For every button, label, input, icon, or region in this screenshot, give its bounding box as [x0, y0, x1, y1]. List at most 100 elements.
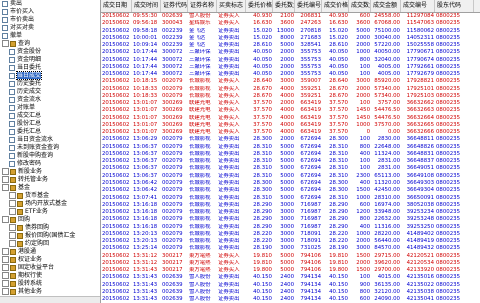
table-row[interactable]: 20150602 13:16:18 002079 长城影视 证券卖出 28.290 3000… [101, 224, 480, 231]
expand-icon[interactable] [2, 176, 9, 183]
tree-item[interactable]: 资金股份 [9, 48, 41, 56]
table-row[interactable]: 20150602 10:17:44 300072 三聚环保 证券卖出 40.050 2000… [101, 49, 480, 56]
expand-icon[interactable] [2, 168, 9, 175]
tree-item[interactable]: 卖出 [2, 0, 22, 8]
expand-icon[interactable] [9, 240, 16, 247]
table-row[interactable]: 20150602 10:17:44 300072 三聚环保 证券卖出 40.050 2000… [101, 71, 480, 78]
table-row[interactable]: 20150602 13:01:07 300269 联建光电 证券买入 37.570 2000… [101, 100, 480, 107]
table-row[interactable]: 20150602 13:25:14 002079 长城影视 证券卖出 28.190 3000… [101, 245, 480, 252]
table-row[interactable]: 20150602 13:31:43 002639 雪人股份 证券卖出 40.150 2400… [101, 274, 480, 281]
table-row[interactable]: 20150602 10:00:01 002239 金飞达 证券卖出 15.020 8000 2… [101, 35, 480, 42]
table-row[interactable]: 20150602 09:58:18 002239 金飞达 证券卖出 15.020 13000… [101, 28, 480, 35]
table-row[interactable]: 20150602 13:01:07 300269 联建光电 证券买入 37.570 4000… [101, 122, 480, 129]
column-header[interactable]: 买卖标志 [217, 0, 246, 12]
table-row[interactable]: 20150602 13:16:18 002079 长城影视 证券卖出 28.290 3000… [101, 209, 480, 216]
table-row[interactable]: 20150602 13:16:18 002079 长城影视 证券卖出 28.290 3000… [101, 216, 480, 223]
table-row[interactable]: 20150602 13:06:42 002079 长城影视 证券卖出 28.300 5000… [101, 180, 480, 187]
tree-item[interactable]: 当日资金流水 [9, 136, 53, 144]
column-header[interactable]: 成交编号 [401, 0, 435, 12]
table-row[interactable]: 20150602 13:07:41 002079 长城影视 证券卖出 28.310 5000… [101, 195, 480, 202]
tree-item[interactable]: 固定收益平台 [2, 264, 54, 272]
collapse-icon[interactable] [2, 184, 9, 191]
tree-item[interactable]: 修改密码 [9, 160, 41, 168]
tree-item[interactable]: 回购 [2, 216, 30, 224]
expand-icon[interactable] [2, 280, 9, 287]
column-header[interactable]: 成交时间 [132, 0, 161, 12]
table-row[interactable]: 20150602 09:56:18 300043 星辉娱乐 证券买入 16.630 3600… [101, 20, 480, 27]
column-header[interactable]: 成交日期 [101, 0, 132, 12]
table-row[interactable]: 20150602 13:16:18 002079 长城影视 证券卖出 28.290 3000… [101, 202, 480, 209]
table-row[interactable]: 20150602 13:31:43 300217 東方電熱 证券买入 19.800 5000… [101, 267, 480, 274]
table-row[interactable]: 20150602 13:31:12 300217 東方電熱 证券买入 19.810 5000… [101, 253, 480, 260]
table-row[interactable]: 20150602 10:18:33 002079 长城影视 证券买入 28.670 4000… [101, 86, 480, 93]
column-header[interactable]: 成交金额 [371, 0, 401, 12]
tree-item[interactable]: 未到账资金查询 [9, 144, 59, 152]
column-header[interactable]: 委托价格 [246, 0, 273, 12]
table-row[interactable]: 20150602 13:31:43 002639 雪人股份 证券卖出 40.150 2400… [101, 296, 480, 303]
column-header[interactable]: 证券代码 [161, 0, 188, 12]
tree-item[interactable]: 撤单 [2, 32, 22, 40]
tree-item[interactable]: 成交汇总 [9, 112, 41, 120]
table-row[interactable]: 20150602 13:06:29 002079 长城影视 证券卖出 28.300 2000… [101, 136, 480, 143]
table-row[interactable]: 20150602 13:31:12 300217 東方電熱 证券买入 19.810 5000… [101, 260, 480, 267]
tree-item[interactable]: 股份汇总 [9, 120, 41, 128]
tree-item[interactable]: 历史成交 [9, 88, 41, 96]
expand-icon[interactable] [2, 264, 9, 271]
table-row[interactable]: 20150602 13:01:07 300269 联建光电 证券买入 37.570 4000… [101, 115, 480, 122]
tree-item[interactable]: 期权行使 [2, 272, 42, 280]
table-row[interactable]: 20150602 10:18:33 002079 长城影视 证券买入 28.670 4000… [101, 93, 480, 100]
table-row[interactable]: 20150602 13:06:37 002079 长城影视 证券卖出 28.310 5000… [101, 144, 480, 151]
tree-item[interactable]: 当日成交 [9, 71, 43, 80]
column-header[interactable]: 委托编号 [295, 0, 322, 12]
table-row[interactable]: 20150602 13:06:37 002079 长城影视 证券卖出 28.310 5000… [101, 165, 480, 172]
tree-item[interactable]: 新股申购查询 [9, 152, 53, 160]
table-row[interactable]: 20150602 13:06:37 002079 长城影视 证券卖出 28.310 5000… [101, 151, 480, 158]
tree-item[interactable]: 查询 [2, 40, 30, 48]
expand-icon[interactable] [2, 288, 9, 295]
column-header[interactable]: 股东代码 [435, 0, 474, 12]
expand-icon[interactable] [2, 256, 9, 263]
table-row[interactable]: 20150602 10:18:15 002079 长城影视 证券买入 28.640 3000… [101, 78, 480, 85]
expand-icon[interactable] [9, 192, 16, 199]
tree-item[interactable]: 债券回购 [9, 224, 49, 232]
table-row[interactable]: 20150602 13:01:07 300269 联建光电 证券买入 37.570 4000… [101, 129, 480, 136]
tree-item[interactable]: 对买对卖 [2, 24, 34, 32]
tree-item[interactable]: ETF业务 [9, 208, 48, 216]
expand-icon[interactable] [9, 232, 16, 239]
tree-item[interactable]: 其他业务 [2, 288, 42, 296]
tree-item[interactable]: 股转系统 [2, 280, 42, 288]
expand-icon[interactable] [2, 272, 9, 279]
collapse-icon[interactable] [2, 40, 9, 47]
expand-icon[interactable] [2, 248, 9, 255]
tree-item[interactable]: 约定购回 [9, 240, 49, 248]
table-row[interactable]: 20150602 13:01:07 300269 联建光电 证券买入 37.570 4000… [101, 107, 480, 114]
column-header[interactable]: 证券名称 [188, 0, 217, 12]
tree-item[interactable]: 报价回购(国债汇金 [9, 232, 75, 240]
column-header[interactable]: 委托数量 [273, 0, 295, 12]
table-row[interactable]: 20150602 09:55:30 002639 雪人股份 证券买入 40.930 2100… [101, 13, 480, 20]
column-header[interactable]: 成交数量 [349, 0, 371, 12]
function-tree-panel[interactable]: 卖出 市价买入 市价卖出 对买对卖 撤单 查询 资金股份 资金明细 当日委托 当日成交 历史委托 历史… [0, 0, 101, 303]
table-row[interactable]: 20150602 13:31:43 002639 雪人股份 证券卖出 40.150 2400… [101, 289, 480, 296]
tree-item[interactable]: 历史委托 [9, 80, 41, 88]
expand-icon[interactable] [9, 208, 16, 215]
table-row[interactable]: 20150602 13:06:37 002079 长城影视 证券卖出 28.310 5000… [101, 173, 480, 180]
tree-item[interactable]: 市价卖出 [2, 16, 34, 24]
horizontal-scrollbar[interactable] [0, 296, 100, 303]
table-row[interactable]: 20150602 13:06:37 002079 长城影视 证券卖出 28.310 5000… [101, 158, 480, 165]
tree-item[interactable]: 资金明细 [9, 56, 41, 64]
table-row[interactable]: 20150602 10:17:44 300072 三聚环保 证券卖出 40.050 2000… [101, 57, 480, 64]
tree-item[interactable]: 转托管业务 [2, 176, 48, 184]
column-header[interactable]: 成交价格 [322, 0, 349, 12]
tree-item[interactable]: 对账单 [9, 104, 35, 112]
tree-item[interactable]: 当日委托 [9, 64, 41, 72]
table-row[interactable]: 20150602 13:20:13 002079 长城影视 证券卖出 28.220 3000… [101, 231, 480, 238]
table-row[interactable]: 20150602 10:09:14 002239 金飞达 证券卖出 28.610 5000 3… [101, 42, 480, 49]
tree-item[interactable]: 港股通 [2, 248, 36, 256]
collapse-icon[interactable] [2, 216, 9, 223]
table-row[interactable]: 20150602 10:17:44 300072 三聚环保 证券卖出 40.050 2000… [101, 64, 480, 71]
tree-item[interactable]: 资金流水 [9, 96, 41, 104]
tree-item[interactable]: 权证业务 [2, 256, 42, 264]
tree-item[interactable]: 委托汇总 [9, 128, 41, 136]
tree-item[interactable]: 新股业务 [2, 168, 42, 176]
